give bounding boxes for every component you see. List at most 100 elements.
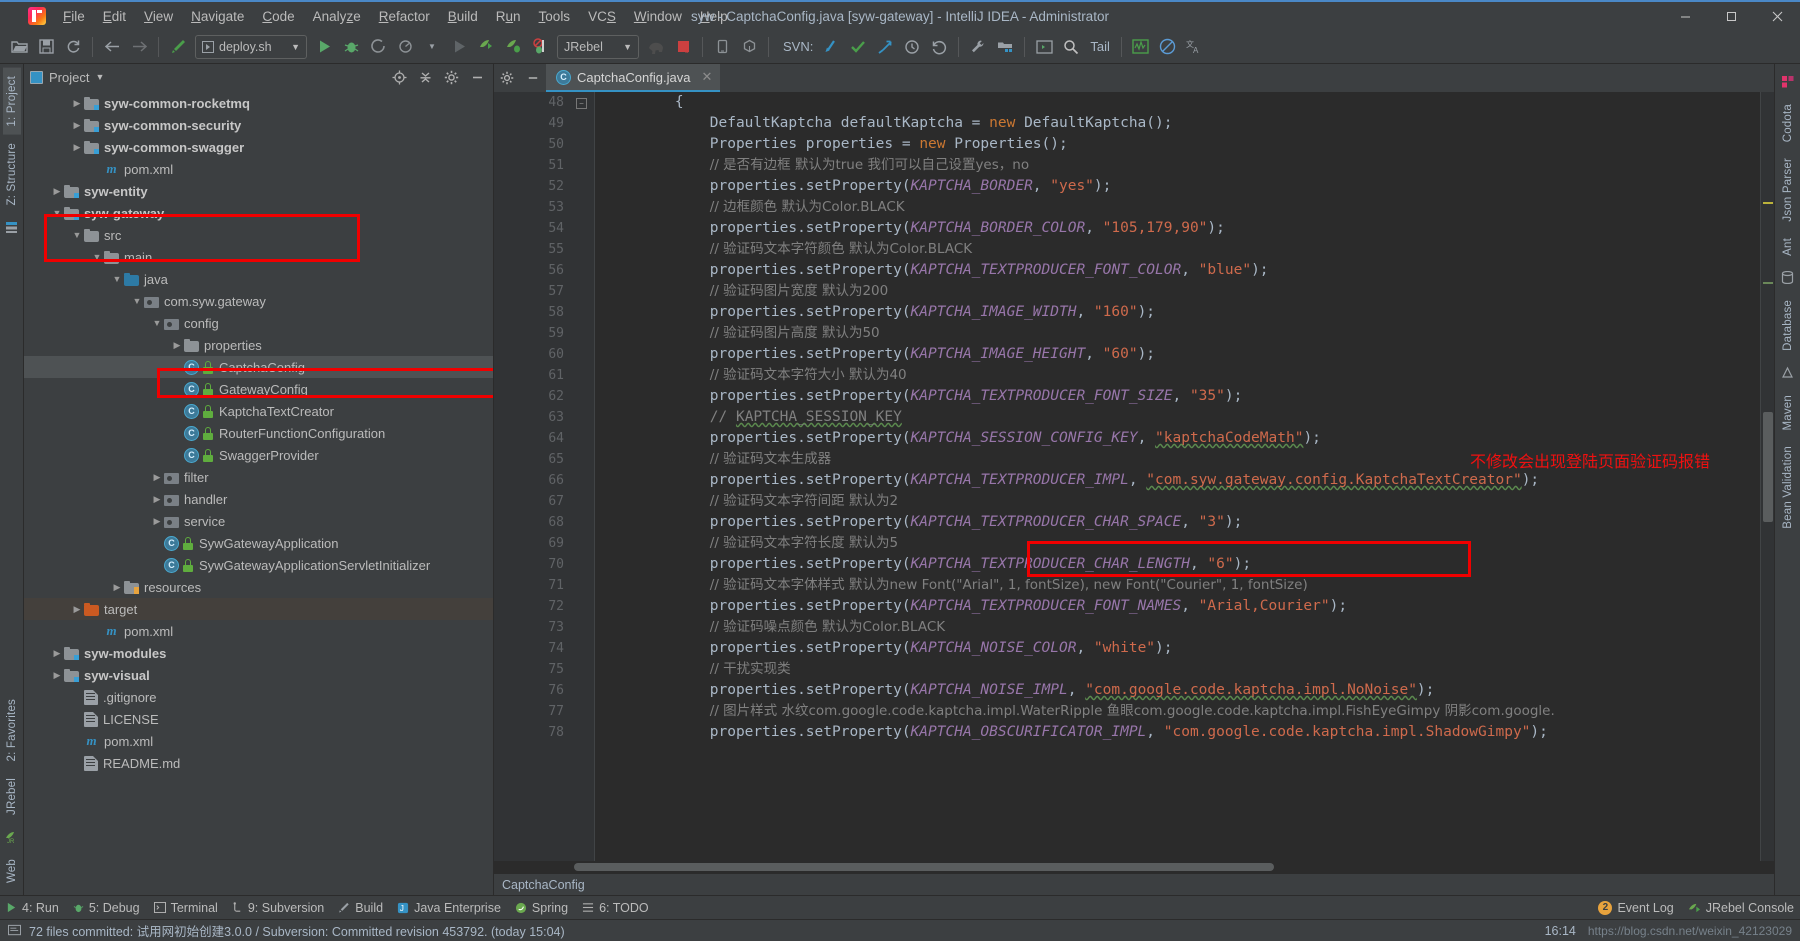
run-with-coverage-icon[interactable] [365,34,391,60]
tree-item-syw-common-rocketmq[interactable]: ▶ syw-common-rocketmq [24,92,493,114]
editor-hide-icon[interactable] [520,64,546,92]
back-arrow-icon[interactable] [99,34,125,60]
tree-item-pom-xml[interactable]: m pom.xml [24,158,493,180]
tree-item-syw-gateway[interactable]: ▼ syw-gateway [24,202,493,224]
svn-commit-icon[interactable] [845,34,871,60]
tool-tab-ant[interactable]: Ant [1779,230,1797,264]
menu-bar[interactable]: File Edit View Navigate Code Analyze Ref… [54,5,737,28]
code-line[interactable]: { [595,92,1760,113]
tree-item-sywgatewayapplication[interactable]: C SywGatewayApplication [24,532,493,554]
stop-red-icon[interactable]: s [670,34,696,60]
code-line[interactable]: properties.setProperty(KAPTCHA_TEXTPRODU… [595,596,1760,617]
code-line[interactable]: // 边框颜色 默认为Color.BLACK [595,197,1760,218]
tree-item-license[interactable]: LICENSE [24,708,493,730]
maximize-button[interactable] [1708,1,1754,31]
sdk-manager-icon[interactable] [736,34,762,60]
chevron-right-icon[interactable]: ▶ [150,494,164,505]
code-line[interactable]: // 验证码文本字符大小 默认为40 [595,365,1760,386]
codota-logo-icon[interactable] [1779,73,1797,91]
hide-icon[interactable] [467,67,487,87]
hscroll-thumb[interactable] [574,863,1274,871]
tool-tab-jrebel[interactable]: JRebel [3,770,21,823]
tool-tab-web[interactable]: Web [3,851,21,891]
run-configuration-select[interactable]: deploy.sh ▼ [195,34,307,59]
breadcrumb[interactable]: CaptchaConfig [494,873,1774,895]
menu-edit[interactable]: Edit [94,5,135,28]
chevron-right-icon[interactable]: ▶ [70,604,84,615]
editor-body[interactable]: 48 49 50 51 52 53 54 55 56 57 58 59 60 61 62 63 64 65 66 67… [494,92,1774,861]
chevron-right-icon[interactable]: ▶ [70,120,84,131]
avd-manager-icon[interactable] [709,34,735,60]
tree-item-syw-common-security[interactable]: ▶ syw-common-security [24,114,493,136]
code-content[interactable]: { DefaultKaptcha defaultKaptcha = new De… [594,92,1760,861]
tree-item-properties[interactable]: ▶ properties [24,334,493,356]
tree-item-syw-common-swagger[interactable]: ▶ syw-common-swagger [24,136,493,158]
tree-item-target[interactable]: ▶ target [24,598,493,620]
chevron-down-icon[interactable]: ▼ [50,208,64,218]
tree-item-java[interactable]: ▼ java [24,268,493,290]
fold-marker[interactable]: − [576,98,587,109]
project-tree[interactable]: ▶ syw-common-rocketmq ▶ syw-common-security… [24,90,493,895]
locate-icon[interactable] [389,67,409,87]
code-line[interactable]: properties.setProperty(KAPTCHA_TEXTPRODU… [595,512,1760,533]
tool-tab-database[interactable]: Database [1779,292,1797,359]
code-line[interactable]: // 是否有边框 默认为true 我们可以自己设置yes，no [595,155,1760,176]
bottom-tab-subversion[interactable]: 9: Subversion [232,901,324,915]
profile-dropdown-icon[interactable]: ▼ [419,34,445,60]
refresh-icon[interactable] [60,34,86,60]
menu-build[interactable]: Build [439,5,487,28]
jrebel-debug-icon[interactable] [500,34,526,60]
code-line[interactable]: properties.setProperty(KAPTCHA_TEXTPRODU… [595,470,1760,491]
editor-tab-captchaconfig[interactable]: C CaptchaConfig.java ✕ [546,64,721,92]
bottom-tab-terminal[interactable]: Terminal [153,901,218,915]
tree-item-syw-entity[interactable]: ▶ syw-entity [24,180,493,202]
maven-strip-icon[interactable] [1779,364,1797,382]
window-controls[interactable] [1662,1,1800,31]
tree-item-readme-md[interactable]: README.md [24,752,493,774]
maven-small-icon[interactable] [3,218,21,236]
bottom-tab-debug[interactable]: 5: Debug [73,901,140,915]
tree-item-pom-xml[interactable]: m pom.xml [24,730,493,752]
menu-analyze[interactable]: Analyze [304,5,370,28]
tool-tab-codota[interactable]: Codota [1779,96,1797,150]
menu-help[interactable]: Help [691,5,737,28]
marker-scrollbar[interactable] [1760,92,1774,861]
tree-item-com-syw-gateway[interactable]: ▼ com.syw.gateway [24,290,493,312]
tree-item-syw-modules[interactable]: ▶ syw-modules [24,642,493,664]
chevron-down-icon[interactable]: ▼ [70,230,84,240]
chevron-down-icon[interactable]: ▼ [150,318,164,328]
tail-label[interactable]: Tail [1085,39,1115,54]
event-log-tab[interactable]: 2 Event Log [1598,900,1674,915]
code-line[interactable]: // KAPTCHA_SESSION_KEY [595,407,1760,428]
tree-item-sywgatewayapplicationservletinitializer[interactable]: C SywGatewayApplicationServletInitializer [24,554,493,576]
tree-item-captchaconfig[interactable]: C CaptchaConfig [24,356,493,378]
chevron-right-icon[interactable]: ▶ [50,648,64,659]
open-folder-icon[interactable] [6,34,32,60]
code-line[interactable]: properties.setProperty(KAPTCHA_IMAGE_HEI… [595,344,1760,365]
bottom-tab-spring[interactable]: Spring [515,901,568,915]
save-icon[interactable] [33,34,59,60]
menu-run[interactable]: Run [487,5,530,28]
tool-tab-bean-validation[interactable]: Bean Validation [1779,438,1797,537]
chevron-right-icon[interactable]: ▶ [70,142,84,153]
code-line[interactable]: properties.setProperty(KAPTCHA_NOISE_COL… [595,638,1760,659]
tree-item-service[interactable]: ▶ service [24,510,493,532]
tool-tab-maven[interactable]: Maven [1779,387,1797,439]
menu-vcs[interactable]: VCS [579,5,625,28]
bottom-tab-todo[interactable]: 6: TODO [582,901,649,915]
menu-refactor[interactable]: Refactor [370,5,439,28]
code-line[interactable]: properties.setProperty(KAPTCHA_NOISE_IMP… [595,680,1760,701]
menu-window[interactable]: Window [625,5,691,28]
chevron-down-icon-project[interactable]: ▼ [95,72,104,82]
tool-tab-project[interactable]: 1: Project [2,68,21,135]
chevron-right-icon[interactable]: ▶ [150,516,164,527]
tool-tab-json-parser[interactable]: Json Parser [1779,150,1797,230]
chevron-right-icon[interactable]: ▶ [150,472,164,483]
code-line[interactable]: // 验证码文本字符长度 默认为5 [595,533,1760,554]
code-line[interactable]: // 验证码文本字体样式 默认为new Font("Arial", 1, fon… [595,575,1760,596]
monitor-graph-icon[interactable] [1128,34,1154,60]
tree-item-routerfunctionconfiguration[interactable]: C RouterFunctionConfiguration [24,422,493,444]
code-line[interactable]: Properties properties = new Properties()… [595,134,1760,155]
close-button[interactable] [1754,1,1800,31]
tree-item-config[interactable]: ▼ config [24,312,493,334]
